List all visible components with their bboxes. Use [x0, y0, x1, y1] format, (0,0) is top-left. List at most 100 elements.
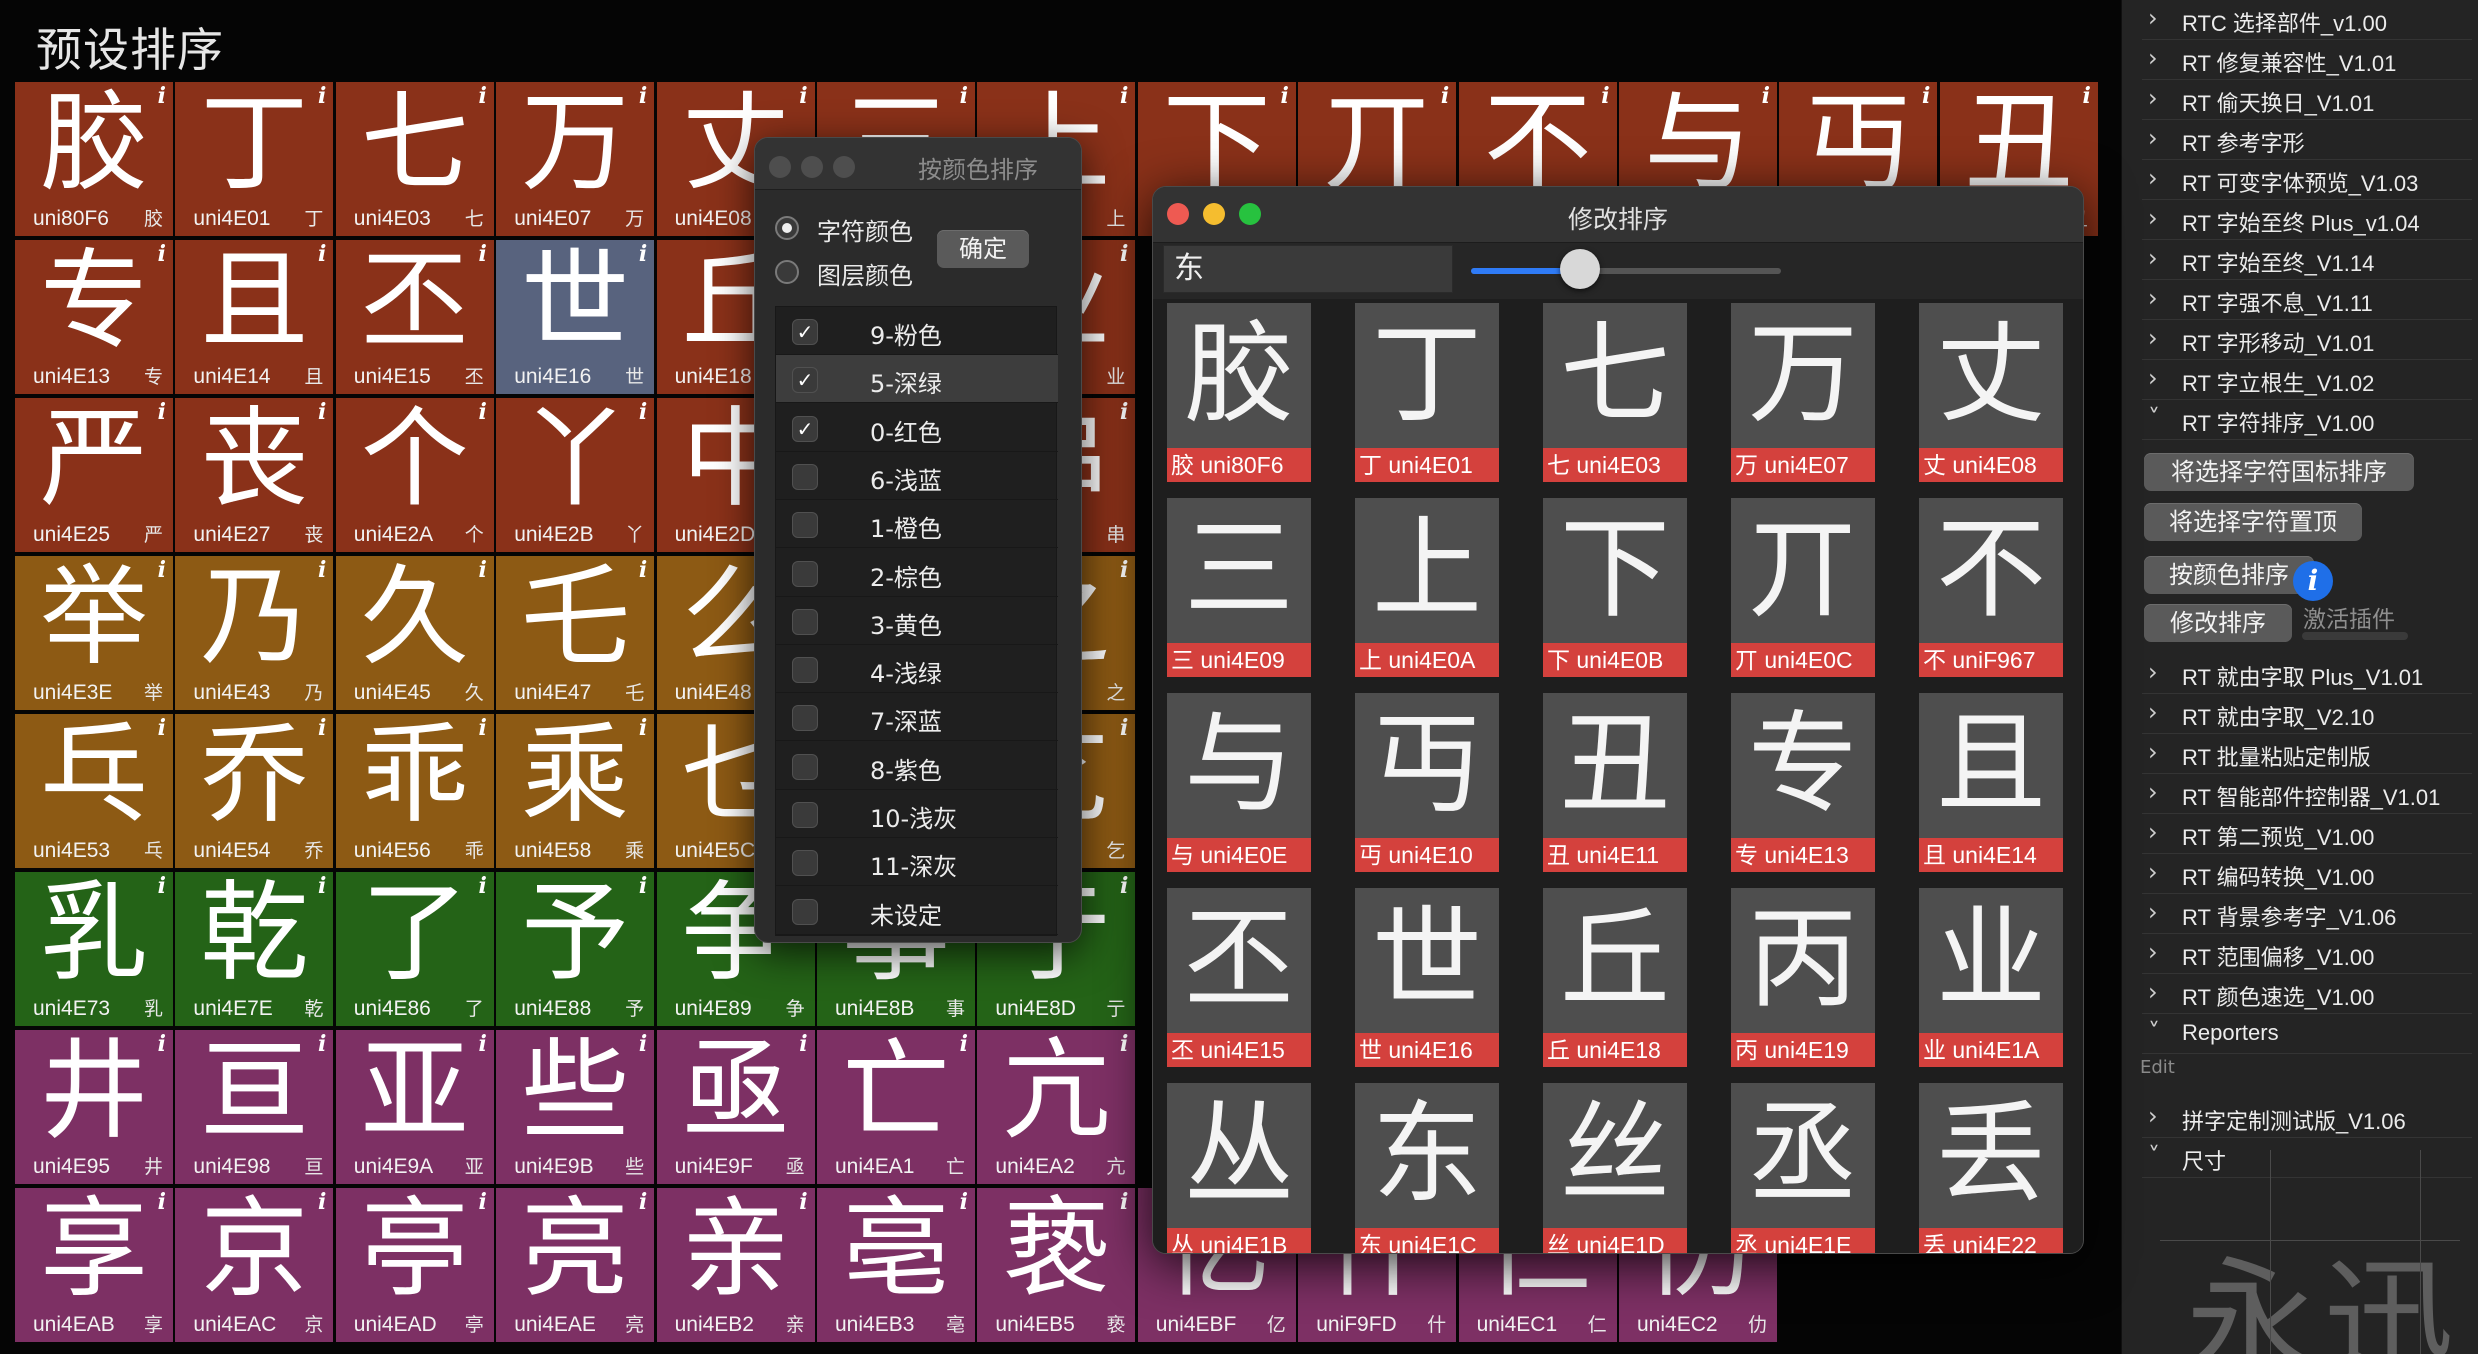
- chevron-right-icon[interactable]: ›: [2148, 284, 2158, 312]
- glyph-cell[interactable]: 七 i uni4E03 七: [335, 82, 494, 236]
- glyph-card[interactable]: 丕丕 uni4E15: [1167, 888, 1311, 1068]
- checkbox[interactable]: [792, 463, 818, 490]
- info-icon[interactable]: i: [1120, 1189, 1128, 1215]
- info-icon[interactable]: i: [1120, 1031, 1128, 1057]
- glyph-cell[interactable]: 乘 i uni4E58 乘: [496, 714, 655, 868]
- info-icon[interactable]: i: [639, 1031, 647, 1057]
- chevron-down-icon[interactable]: ˅: [2148, 1142, 2160, 1170]
- radio-layer-color[interactable]: [775, 260, 799, 284]
- info-icon[interactable]: i: [1120, 873, 1128, 899]
- reporters-edit-label[interactable]: Edit: [2140, 1057, 2175, 1078]
- glyph-cell[interactable]: 亲 i uni4EB2 亲: [656, 1188, 815, 1342]
- plugin-item[interactable]: › RT 字强不息_V1.11: [2142, 280, 2472, 320]
- info-icon[interactable]: i: [639, 715, 647, 741]
- modify-order-button[interactable]: 修改排序: [2144, 604, 2292, 642]
- glyph-card[interactable]: 七七 uni4E03: [1543, 303, 1687, 483]
- info-icon[interactable]: i: [1762, 83, 1770, 109]
- glyph-card[interactable]: 丁丁 uni4E01: [1355, 303, 1499, 483]
- glyph-cell[interactable]: 亚 i uni4E9A 亚: [335, 1030, 494, 1184]
- glyph-cell[interactable]: 乃 i uni4E43 乃: [175, 556, 334, 710]
- glyph-cell[interactable]: 亡 i uni4EA1 亡: [817, 1030, 975, 1184]
- info-icon[interactable]: i: [318, 557, 326, 583]
- info-icon[interactable]: i: [318, 1031, 326, 1057]
- color-list-item[interactable]: 未设定: [776, 887, 1058, 935]
- plugin-item[interactable]: ˅ RT 字符排序_V1.00: [2142, 400, 2472, 440]
- chevron-right-icon[interactable]: ›: [2148, 244, 2158, 272]
- glyph-cell[interactable]: 些 i uni4E9B 些: [496, 1030, 655, 1184]
- chevron-right-icon[interactable]: ›: [2148, 898, 2158, 926]
- info-icon[interactable]: i: [318, 241, 326, 267]
- checkbox[interactable]: [792, 898, 818, 925]
- info-icon[interactable]: i: [1441, 83, 1449, 109]
- glyph-card[interactable]: 丌丌 uni4E0C: [1731, 498, 1875, 678]
- color-list-item[interactable]: 6-浅蓝: [776, 452, 1058, 500]
- info-icon[interactable]: i: [960, 1189, 968, 1215]
- glyph-card[interactable]: 丈丈 uni4E08: [1919, 303, 2063, 483]
- color-list-item[interactable]: 8-紫色: [776, 742, 1058, 790]
- glyph-cell[interactable]: 个 i uni4E2A 个: [335, 398, 494, 552]
- info-icon[interactable]: i: [318, 83, 326, 109]
- glyph-cell[interactable]: 丧 i uni4E27 丧: [175, 398, 334, 552]
- info-icon[interactable]: i: [158, 83, 166, 109]
- chevron-right-icon[interactable]: ›: [2148, 818, 2158, 846]
- plugin-item[interactable]: › 拼字定制测试版_V1.06: [2142, 1098, 2472, 1138]
- chevron-right-icon[interactable]: ›: [2148, 858, 2158, 886]
- info-icon[interactable]: i: [158, 873, 166, 899]
- checkbox[interactable]: ✓: [792, 415, 818, 442]
- glyph-card[interactable]: 丞丞 uni4E1E: [1731, 1083, 1875, 1253]
- chevron-right-icon[interactable]: ›: [2148, 658, 2158, 686]
- chevron-right-icon[interactable]: ›: [2148, 364, 2158, 392]
- glyph-cell[interactable]: 亢 i uni4EA2 亢: [977, 1030, 1136, 1184]
- glyph-card[interactable]: 丏丏 uni4E10: [1355, 693, 1499, 873]
- plugin-item[interactable]: › RT 智能部件控制器_V1.01: [2142, 774, 2472, 814]
- info-icon[interactable]: i: [2293, 561, 2333, 601]
- glyph-card[interactable]: 丝丝 uni4E1D: [1543, 1083, 1687, 1253]
- chevron-right-icon[interactable]: ›: [2148, 324, 2158, 352]
- info-icon[interactable]: i: [799, 83, 807, 109]
- glyph-cell[interactable]: 且 i uni4E14 且: [175, 240, 334, 394]
- glyph-cell[interactable]: 亮 i uni4EAE 亮: [496, 1188, 655, 1342]
- checkbox[interactable]: [792, 705, 818, 732]
- plugin-item[interactable]: › RT 批量粘贴定制版: [2142, 734, 2472, 774]
- glyph-card[interactable]: 业业 uni4E1A: [1919, 888, 2063, 1068]
- info-icon[interactable]: i: [1120, 83, 1128, 109]
- checkbox[interactable]: ✓: [792, 319, 818, 345]
- info-icon[interactable]: i: [318, 399, 326, 425]
- glyph-card[interactable]: 不不 uniF967: [1919, 498, 2063, 678]
- color-list-item[interactable]: 10-浅灰: [776, 790, 1058, 838]
- glyph-cell[interactable]: 专 i uni4E13 专: [15, 240, 173, 394]
- color-dialog-titlebar[interactable]: 按颜色排序: [755, 138, 1081, 190]
- pin-to-top-button[interactable]: 将选择字符置顶: [2144, 503, 2362, 541]
- glyph-card[interactable]: 丙丙 uni4E19: [1731, 888, 1875, 1068]
- glyph-cell[interactable]: 举 i uni4E3E 举: [15, 556, 173, 710]
- checkbox[interactable]: [792, 850, 818, 877]
- info-icon[interactable]: i: [1120, 557, 1128, 583]
- plugin-item[interactable]: › RT 就由字取 Plus_V1.01: [2142, 654, 2472, 694]
- glyph-card[interactable]: 专专 uni4E13: [1731, 693, 1875, 873]
- info-icon[interactable]: i: [639, 1189, 647, 1215]
- chevron-right-icon[interactable]: ›: [2148, 938, 2158, 966]
- glyph-cell[interactable]: 严 i uni4E25 严: [15, 398, 173, 552]
- info-icon[interactable]: i: [639, 399, 647, 425]
- chevron-down-icon[interactable]: ˅: [2148, 404, 2160, 432]
- checkbox[interactable]: [792, 512, 818, 539]
- chevron-right-icon[interactable]: ›: [2148, 778, 2158, 806]
- color-list-item[interactable]: 11-深灰: [776, 838, 1058, 887]
- info-icon[interactable]: i: [318, 873, 326, 899]
- glyph-cell[interactable]: 世 i uni4E16 世: [496, 240, 655, 394]
- plugin-item[interactable]: › RT 字形移动_V1.01: [2142, 320, 2472, 360]
- checkbox[interactable]: [792, 560, 818, 587]
- glyph-card[interactable]: 与与 uni4E0E: [1167, 693, 1311, 873]
- plugin-item[interactable]: › RT 颜色速选_V1.00: [2142, 974, 2472, 1014]
- color-list-item[interactable]: ✓ 9-粉色: [776, 307, 1058, 355]
- glyph-cell[interactable]: 乇 i uni4E47 乇: [496, 556, 655, 710]
- plugin-item[interactable]: › RT 编码转换_V1.00: [2142, 854, 2472, 894]
- chevron-right-icon[interactable]: ›: [2148, 84, 2158, 112]
- glyph-card[interactable]: 东东 uni4E1C: [1355, 1083, 1499, 1253]
- plugin-item[interactable]: ˅ 尺寸: [2142, 1138, 2472, 1178]
- plugin-item[interactable]: › RT 参考字形: [2142, 120, 2472, 160]
- info-icon[interactable]: i: [639, 241, 647, 267]
- info-icon[interactable]: i: [158, 1031, 166, 1057]
- chevron-right-icon[interactable]: ›: [2148, 1102, 2158, 1130]
- plugin-item[interactable]: › RT 范围偏移_V1.00: [2142, 934, 2472, 974]
